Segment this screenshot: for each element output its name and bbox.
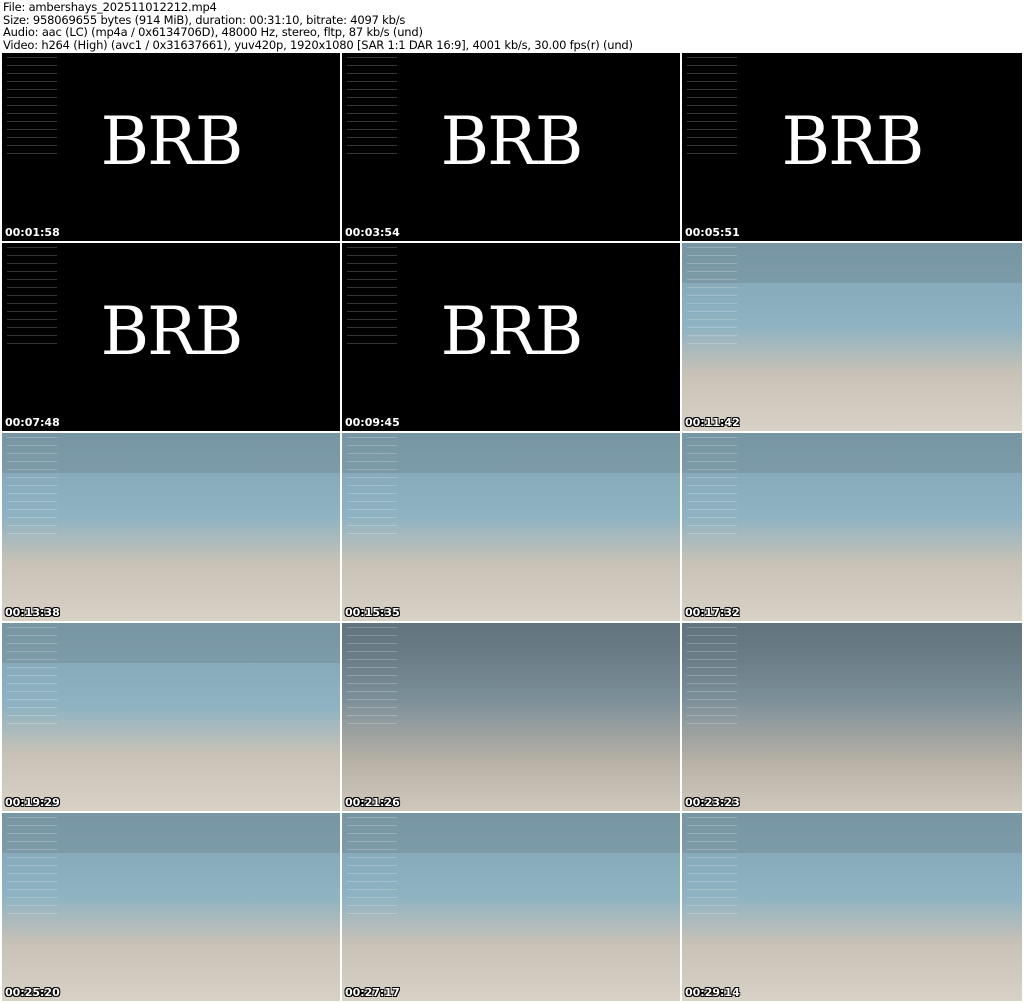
video-thumbnail: 00:11:42 xyxy=(682,243,1022,431)
video-thumbnail: 00:21:26 xyxy=(342,623,680,811)
video-thumbnail: BRB 00:03:54 xyxy=(342,53,680,241)
brb-text: BRB xyxy=(440,293,584,370)
thumbnail-timestamp: 00:21:26 xyxy=(345,796,400,809)
brb-text: BRB xyxy=(100,293,244,370)
stream-overlay-menu xyxy=(687,817,737,917)
thumbnail-timestamp: 00:11:42 xyxy=(685,416,740,429)
thumbnail-timestamp: 00:25:20 xyxy=(5,986,60,999)
video-thumbnail: 00:17:32 xyxy=(682,433,1022,621)
stream-overlay-menu xyxy=(7,817,57,917)
stream-overlay-menu xyxy=(687,247,737,347)
thumbnail-timestamp: 00:01:58 xyxy=(5,226,60,239)
stream-overlay-menu xyxy=(7,437,57,537)
thumbnail-timestamp: 00:19:29 xyxy=(5,796,60,809)
video-info: Video: h264 (High) (avc1 / 0x31637661), … xyxy=(3,37,633,52)
thumbnail-timestamp: 00:29:14 xyxy=(685,986,740,999)
video-thumbnail: BRB 00:07:48 xyxy=(2,243,340,431)
stream-overlay-menu xyxy=(687,437,737,537)
thumbnail-timestamp: 00:03:54 xyxy=(345,226,400,239)
video-thumbnail: 00:29:14 xyxy=(682,813,1022,1001)
thumbnail-timestamp: 00:15:35 xyxy=(345,606,400,619)
stream-overlay-menu xyxy=(687,627,737,727)
brb-text: BRB xyxy=(100,103,244,180)
thumbnail-timestamp: 00:07:48 xyxy=(5,416,60,429)
thumbnail-timestamp: 00:09:45 xyxy=(345,416,400,429)
video-thumbnail: BRB 00:05:51 xyxy=(682,53,1022,241)
brb-text: BRB xyxy=(781,103,925,180)
video-thumbnail: 00:25:20 xyxy=(2,813,340,1001)
video-thumbnail: 00:23:23 xyxy=(682,623,1022,811)
thumbnail-timestamp: 00:23:23 xyxy=(685,796,740,809)
thumbnail-timestamp: 00:27:17 xyxy=(345,986,400,999)
thumbnail-timestamp: 00:17:32 xyxy=(685,606,740,619)
stream-overlay-menu xyxy=(7,627,57,727)
video-thumbnail: 00:27:17 xyxy=(342,813,680,1001)
brb-text: BRB xyxy=(440,103,584,180)
stream-overlay-menu xyxy=(347,817,397,917)
file-info-header: File: ambershays_202511012212.mp4 Size: … xyxy=(3,1,633,51)
stream-overlay-menu xyxy=(347,437,397,537)
stream-overlay-menu xyxy=(347,627,397,727)
thumbnail-timestamp: 00:13:38 xyxy=(5,606,60,619)
video-thumbnail: 00:19:29 xyxy=(2,623,340,811)
audio-info: Audio: aac (LC) (mp4a / 0x6134706D), 480… xyxy=(3,25,423,40)
thumbnail-grid: BRB 00:01:58 BRB 00:03:54 BRB 00:05:51 BRB 00:0… xyxy=(2,53,1022,1001)
video-thumbnail: BRB 00:01:58 xyxy=(2,53,340,241)
video-thumbnail: BRB 00:09:45 xyxy=(342,243,680,431)
thumbnail-timestamp: 00:05:51 xyxy=(685,226,740,239)
video-thumbnail: 00:15:35 xyxy=(342,433,680,621)
video-thumbnail: 00:13:38 xyxy=(2,433,340,621)
file-name: File: ambershays_202511012212.mp4 xyxy=(3,0,217,14)
